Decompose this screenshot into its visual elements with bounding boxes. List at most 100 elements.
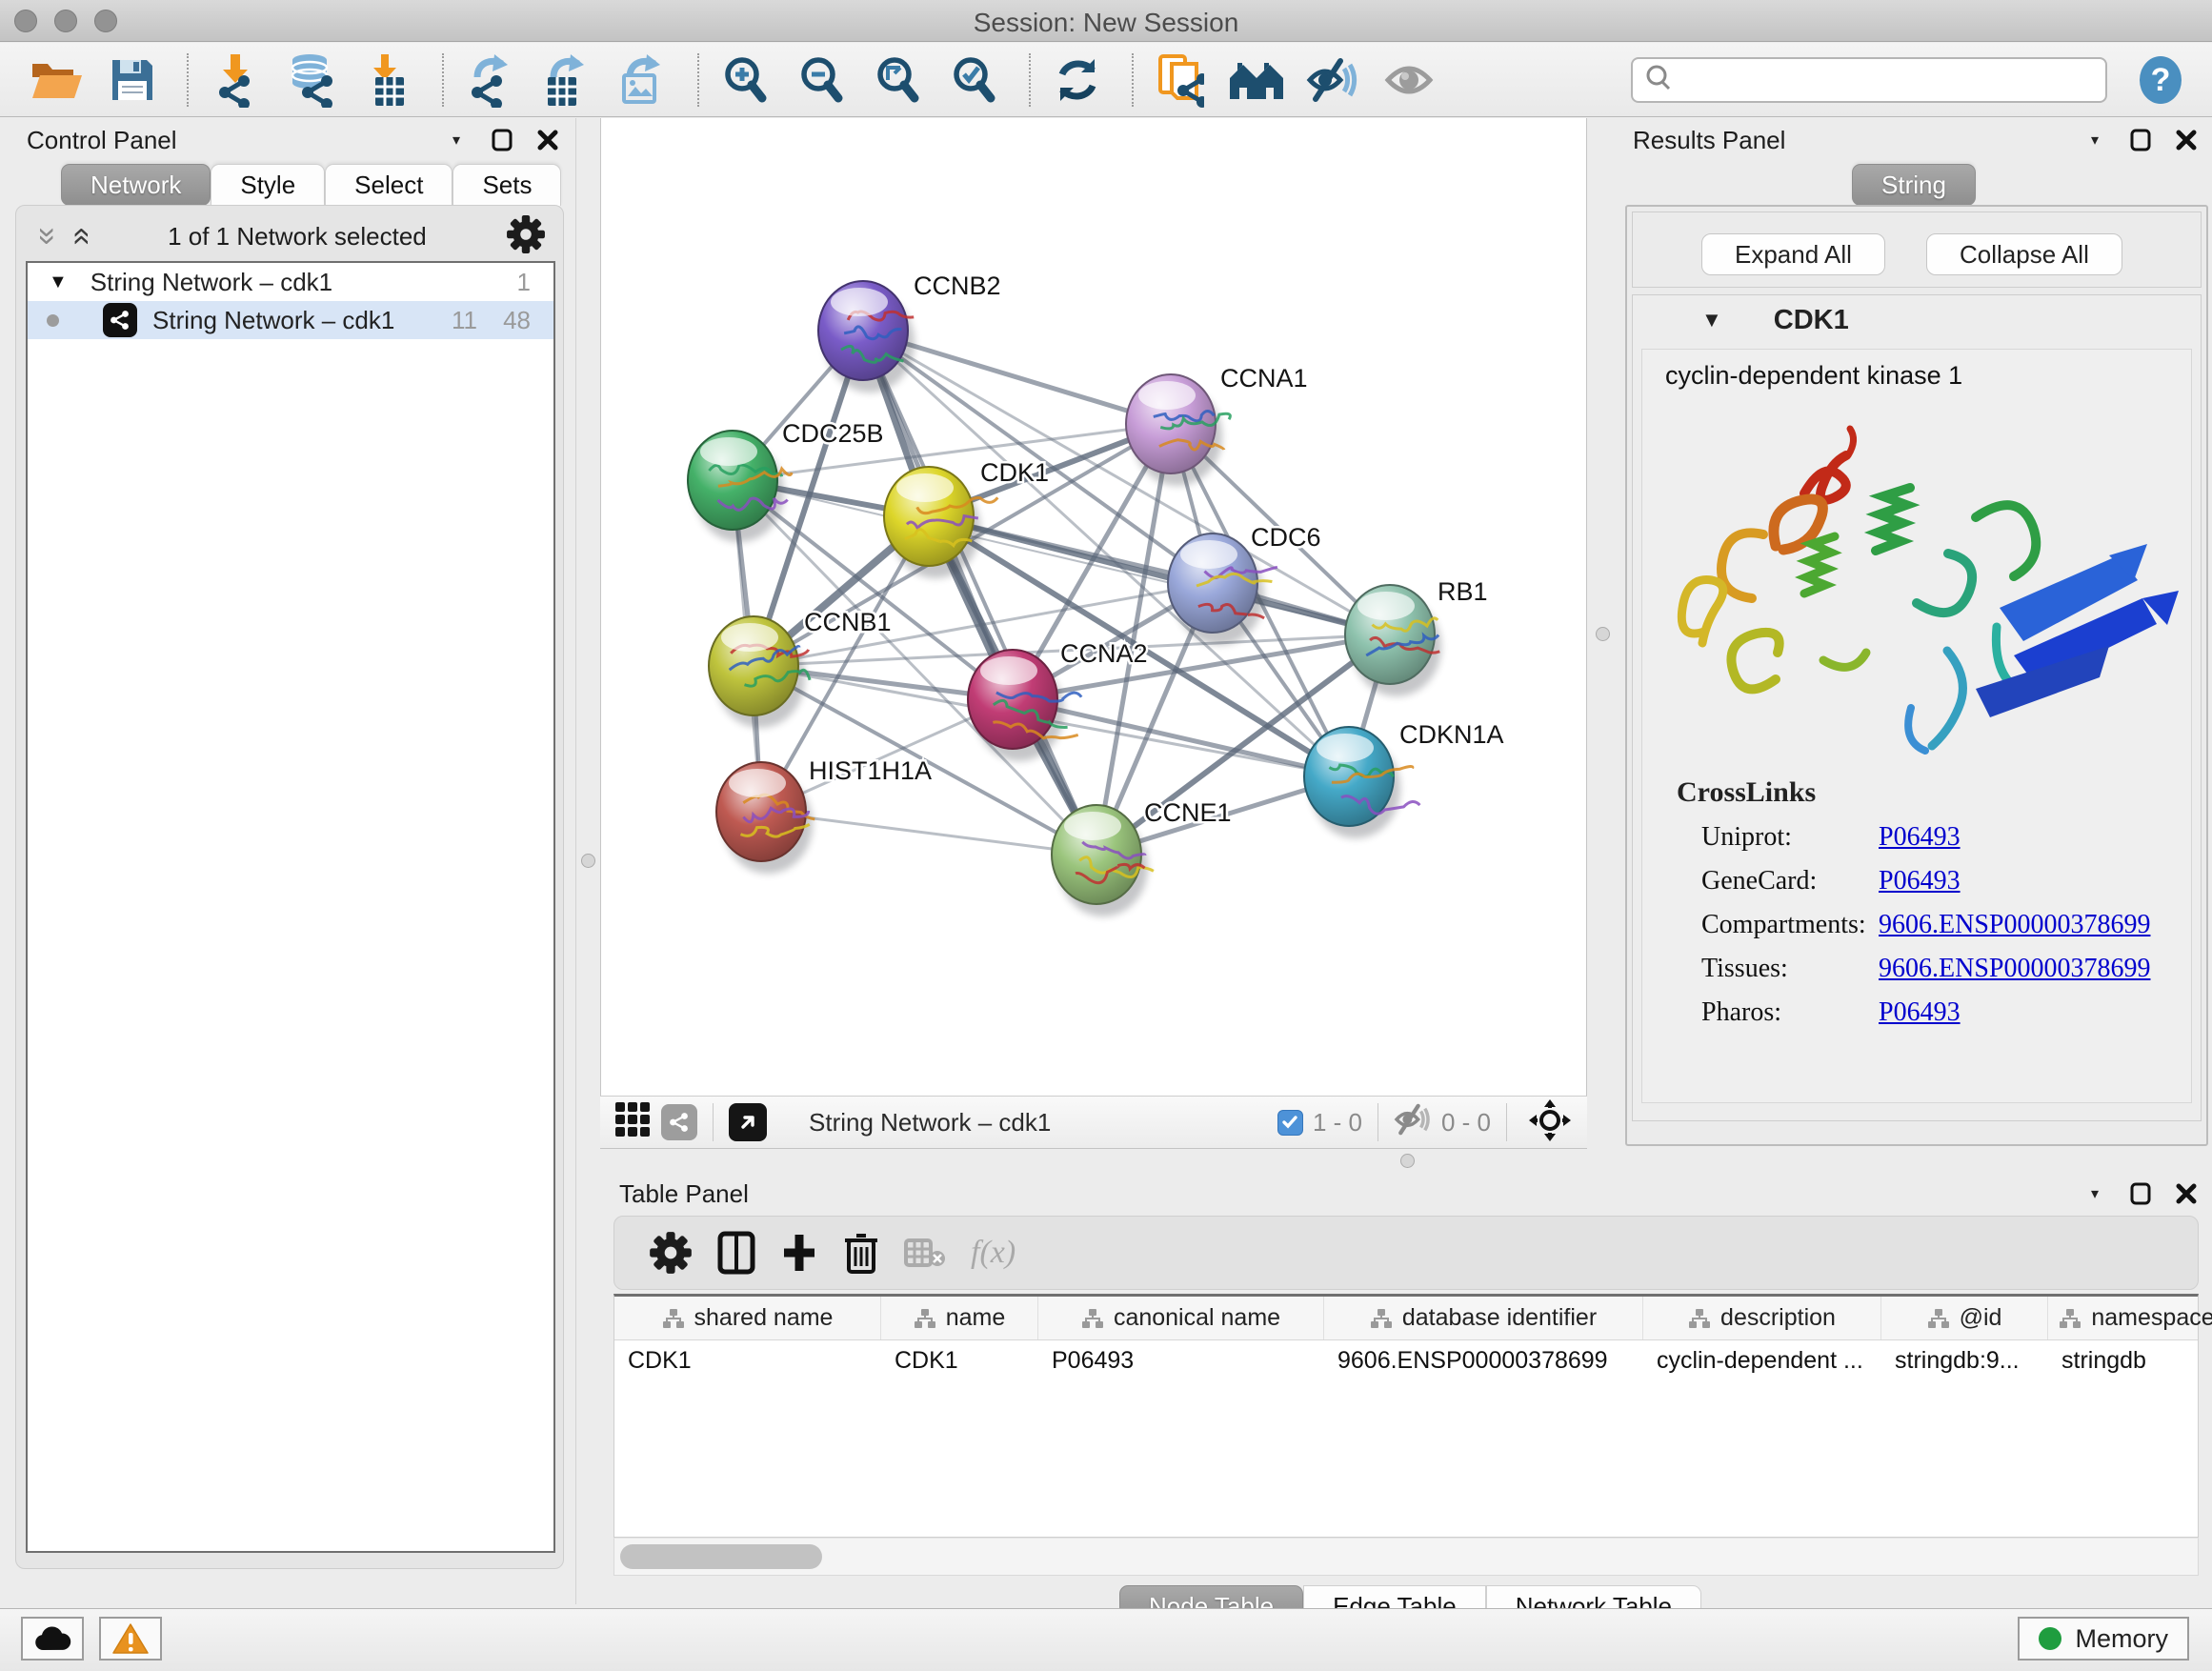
node-label-CCNB1: CCNB1 [804,608,892,636]
collection-disclosure-icon[interactable]: ▼ [49,272,68,293]
add-column-icon[interactable] [780,1231,818,1275]
table-cell[interactable]: P06493 [1038,1347,1324,1375]
zoom-fit-button[interactable] [869,50,928,110]
column-header-namespace[interactable]: namespace [2048,1297,2212,1339]
table-cell[interactable]: CDK1 [881,1347,1038,1375]
houses-button[interactable] [1227,50,1286,110]
collapse-all-button[interactable]: Collapse All [1926,233,2122,275]
crosslink-link[interactable]: P06493 [1879,997,1961,1041]
table-horizontal-scrollbar[interactable] [613,1538,2199,1576]
zoom-in-button[interactable] [716,50,775,110]
crosslink-label: Tissues: [1701,954,1879,997]
network-canvas[interactable]: CCNB2CCNA1CDC25BCDK1CDC6RB1CCNB1CCNA2CDK… [600,118,1587,1096]
results-panel-float-icon[interactable]: ▾ [2082,128,2107,152]
table-toolbar: f(x) [613,1216,2199,1290]
memory-button[interactable]: Memory [2018,1617,2189,1661]
network-options-gear-icon[interactable] [506,214,546,259]
network-share-icon[interactable] [661,1104,697,1140]
node-RB1[interactable] [1345,585,1441,696]
selected-checkbox-icon[interactable] [1277,1110,1303,1136]
export-network-button[interactable] [461,50,520,110]
column-header-canonical-name[interactable]: canonical name [1038,1297,1324,1339]
table-panel-float-icon[interactable]: ▾ [2082,1181,2107,1206]
table-cell[interactable]: CDK1 [614,1347,881,1375]
left-splitter[interactable] [575,118,600,1604]
node-label-CDK1: CDK1 [980,458,1049,487]
results-panel-close-icon[interactable] [2174,128,2199,152]
control-panel-maximize-icon[interactable] [490,128,514,152]
left-splitter-handle[interactable] [581,854,595,868]
gene-description: cyclin-dependent kinase 1 [1665,361,1962,391]
import-network-file-button[interactable] [206,50,265,110]
tab-style[interactable]: Style [211,164,325,206]
zoom-out-button[interactable] [793,50,852,110]
node-label-HIST1H1A: HIST1H1A [809,756,932,785]
search-icon [1644,63,1673,96]
expand-all-button[interactable]: Expand All [1701,233,1885,275]
network-row[interactable]: String Network – cdk1 11 48 [28,301,553,339]
tab-string[interactable]: String [1852,164,1976,206]
grid-view-icon[interactable] [615,1102,652,1143]
column-header--id[interactable]: @id [1881,1297,2048,1339]
scrollbar-thumb[interactable] [620,1544,822,1569]
network-tree: ▼ String Network – cdk1 1 String Network… [26,261,555,1553]
search-input[interactable] [1631,57,2107,103]
save-session-button[interactable] [103,50,162,110]
help-button[interactable]: ? [2134,53,2187,107]
crosslink-link[interactable]: 9606.ENSP00000378699 [1879,954,2150,997]
column-header-shared-name[interactable]: shared name [614,1297,881,1339]
import-network-database-button[interactable] [282,50,341,110]
expand-all-networks-icon[interactable]: » [31,228,64,246]
cloud-icon [33,1625,71,1652]
collapse-all-networks-icon[interactable]: » [63,228,95,246]
show-columns-icon[interactable] [717,1231,755,1275]
column-header-name[interactable]: name [881,1297,1038,1339]
first-neighbors-button[interactable] [1151,50,1210,110]
export-image-button[interactable] [613,50,673,110]
reapply-layout-button[interactable] [1048,50,1107,110]
table-cell[interactable]: 9606.ENSP00000378699 [1324,1347,1643,1375]
gene-section-disclosure-icon[interactable]: ▼ [1701,308,1722,332]
table-panel-maximize-icon[interactable] [2128,1181,2153,1206]
results-panel-maximize-icon[interactable] [2128,128,2153,152]
crosslink-link[interactable]: P06493 [1879,866,1961,910]
node-CCNA1[interactable] [1126,374,1230,486]
table-settings-gear-icon[interactable] [649,1231,693,1275]
import-table-button[interactable] [358,50,417,110]
zoom-selected-button[interactable] [945,50,1004,110]
control-panel-float-icon[interactable]: ▾ [444,128,469,152]
hide-selected-button[interactable] [1303,50,1362,110]
right-splitter[interactable] [1587,118,1619,1149]
node-CCNB2[interactable] [818,281,915,393]
node-HIST1H1A[interactable] [716,762,814,874]
export-table-button[interactable] [537,50,596,110]
pan-crosshair-icon[interactable] [1528,1098,1572,1147]
birds-eye-view-icon[interactable] [729,1103,767,1141]
tab-network[interactable]: Network [61,164,211,206]
table-header-row: shared namenamecanonical namedatabase id… [614,1297,2198,1340]
crosslink-link[interactable]: P06493 [1879,822,1961,866]
open-session-button[interactable] [27,50,86,110]
tab-sets[interactable]: Sets [452,164,561,206]
delete-column-icon[interactable] [843,1231,879,1275]
bottom-splitter[interactable] [600,1149,2212,1174]
column-header-description[interactable]: description [1643,1297,1881,1339]
cloud-button[interactable] [21,1617,84,1661]
show-all-button[interactable] [1379,50,1438,110]
table-cell[interactable]: stringdb:9... [1881,1347,2048,1375]
right-splitter-handle[interactable] [1596,627,1610,641]
bottom-splitter-handle[interactable] [1400,1154,1415,1168]
column-header-database-identifier[interactable]: database identifier [1324,1297,1643,1339]
tab-select[interactable]: Select [325,164,452,206]
warning-icon [111,1622,150,1655]
warnings-button[interactable] [99,1617,162,1661]
node-label-CDKN1A: CDKN1A [1399,720,1504,749]
control-panel-close-icon[interactable] [535,128,560,152]
table-cell[interactable]: stringdb [2048,1347,2212,1375]
network-node-count: 11 [452,306,477,335]
table-panel-close-icon[interactable] [2174,1181,2199,1206]
table-cell[interactable]: cyclin-dependent ... [1643,1347,1881,1375]
results-panel-title: Results Panel [1633,126,1785,155]
network-collection-row[interactable]: ▼ String Network – cdk1 1 [28,263,553,301]
crosslink-link[interactable]: 9606.ENSP00000378699 [1879,910,2150,954]
